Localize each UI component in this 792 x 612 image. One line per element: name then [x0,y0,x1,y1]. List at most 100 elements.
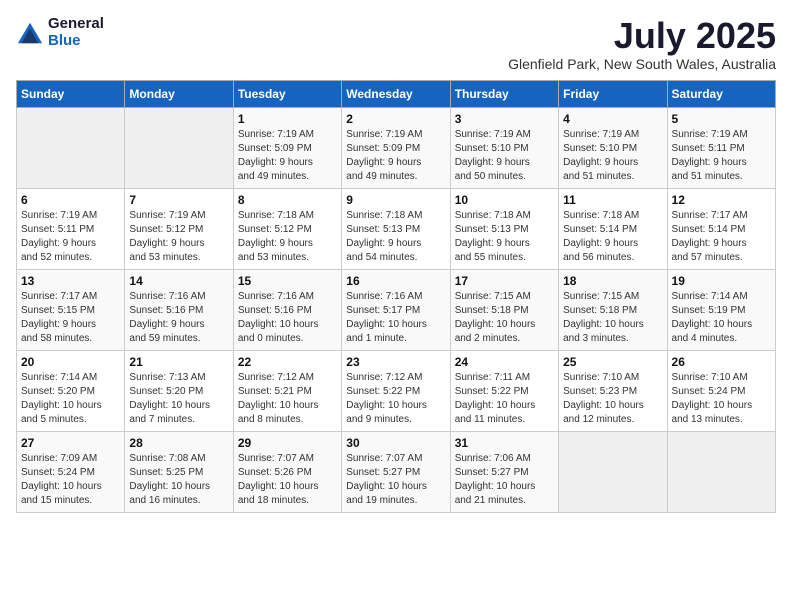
day-cell: 20 Sunrise: 7:14 AM Sunset: 5:20 PM Dayli… [17,350,125,431]
day-cell: 30Sunrise: 7:07 AM Sunset: 5:27 PM Dayli… [342,431,450,512]
main-title: July 2025 [508,16,776,56]
day-number: 23 [346,355,445,369]
day-cell: 27 Sunrise: 7:09 AM Sunset: 5:24 PM Dayli… [17,431,125,512]
day-cell: 3Sunrise: 7:19 AM Sunset: 5:10 PM Daylig… [450,107,558,188]
day-info: Sunrise: 7:19 AM Sunset: 5:11 PM Dayligh… [21,209,120,265]
day-info: Sunrise: 7:17 AM Sunset: 5:15 PM Dayligh… [21,290,120,346]
week-row-4: 20 Sunrise: 7:14 AM Sunset: 5:20 PM Dayli… [17,350,776,431]
day-info: Sunrise: 7:11 AM Sunset: 5:22 PM Dayligh… [455,371,554,427]
day-number: 11 [563,193,662,207]
col-tuesday: Tuesday [233,80,341,107]
day-cell: 5 Sunrise: 7:19 AM Sunset: 5:11 PM Daylig… [667,107,775,188]
day-cell: 19 Sunrise: 7:14 AM Sunset: 5:19 PM Dayli… [667,269,775,350]
day-cell: 22Sunrise: 7:12 AM Sunset: 5:21 PM Dayli… [233,350,341,431]
day-cell: 14 Sunrise: 7:16 AM Sunset: 5:16 PM Dayli… [125,269,233,350]
day-number: 4 [563,112,662,126]
day-info: Sunrise: 7:19 AM Sunset: 5:09 PM Dayligh… [346,128,445,184]
week-row-3: 13 Sunrise: 7:17 AM Sunset: 5:15 PM Dayli… [17,269,776,350]
day-cell: 31 Sunrise: 7:06 AM Sunset: 5:27 PM Dayli… [450,431,558,512]
logo: General Blue [16,16,104,49]
day-cell: 7Sunrise: 7:19 AM Sunset: 5:12 PM Daylig… [125,188,233,269]
day-info: Sunrise: 7:15 AM Sunset: 5:18 PM Dayligh… [563,290,662,346]
day-info: Sunrise: 7:16 AM Sunset: 5:16 PM Dayligh… [129,290,228,346]
day-info: Sunrise: 7:18 AM Sunset: 5:13 PM Dayligh… [346,209,445,265]
day-number: 27 [21,436,120,450]
day-cell: 6 Sunrise: 7:19 AM Sunset: 5:11 PM Daylig… [17,188,125,269]
day-cell: 12 Sunrise: 7:17 AM Sunset: 5:14 PM Dayli… [667,188,775,269]
day-number: 19 [672,274,771,288]
logo-icon [16,19,44,47]
day-info: Sunrise: 7:07 AM Sunset: 5:26 PM Dayligh… [238,452,337,508]
page-header: General Blue July 2025 Glenfield Park, N… [16,16,776,72]
week-row-5: 27 Sunrise: 7:09 AM Sunset: 5:24 PM Dayli… [17,431,776,512]
day-info: Sunrise: 7:19 AM Sunset: 5:12 PM Dayligh… [129,209,228,265]
day-cell: 9 Sunrise: 7:18 AM Sunset: 5:13 PM Daylig… [342,188,450,269]
day-info: Sunrise: 7:19 AM Sunset: 5:11 PM Dayligh… [672,128,771,184]
header-row: Sunday Monday Tuesday Wednesday Thursday… [17,80,776,107]
day-cell: 16Sunrise: 7:16 AM Sunset: 5:17 PM Dayli… [342,269,450,350]
day-cell [125,107,233,188]
day-info: Sunrise: 7:12 AM Sunset: 5:22 PM Dayligh… [346,371,445,427]
day-info: Sunrise: 7:09 AM Sunset: 5:24 PM Dayligh… [21,452,120,508]
day-number: 21 [129,355,228,369]
day-number: 30 [346,436,445,450]
logo-blue-text: Blue [48,33,104,50]
day-info: Sunrise: 7:18 AM Sunset: 5:13 PM Dayligh… [455,209,554,265]
day-cell: 11 Sunrise: 7:18 AM Sunset: 5:14 PM Dayli… [559,188,667,269]
day-number: 10 [455,193,554,207]
day-number: 6 [21,193,120,207]
day-number: 5 [672,112,771,126]
week-row-2: 6 Sunrise: 7:19 AM Sunset: 5:11 PM Daylig… [17,188,776,269]
day-info: Sunrise: 7:17 AM Sunset: 5:14 PM Dayligh… [672,209,771,265]
calendar-table: Sunday Monday Tuesday Wednesday Thursday… [16,80,776,513]
day-number: 20 [21,355,120,369]
day-number: 9 [346,193,445,207]
day-info: Sunrise: 7:10 AM Sunset: 5:23 PM Dayligh… [563,371,662,427]
day-number: 22 [238,355,337,369]
day-number: 16 [346,274,445,288]
day-number: 31 [455,436,554,450]
logo-general-text: General [48,16,104,33]
calendar-body: 1 Sunrise: 7:19 AM Sunset: 5:09 PM Daylig… [17,107,776,512]
day-number: 24 [455,355,554,369]
day-number: 26 [672,355,771,369]
day-info: Sunrise: 7:19 AM Sunset: 5:10 PM Dayligh… [455,128,554,184]
day-cell: 21 Sunrise: 7:13 AM Sunset: 5:20 PM Dayli… [125,350,233,431]
day-number: 2 [346,112,445,126]
day-number: 13 [21,274,120,288]
day-number: 17 [455,274,554,288]
day-number: 28 [129,436,228,450]
day-info: Sunrise: 7:08 AM Sunset: 5:25 PM Dayligh… [129,452,228,508]
day-cell: 25 Sunrise: 7:10 AM Sunset: 5:23 PM Dayli… [559,350,667,431]
day-cell: 2 Sunrise: 7:19 AM Sunset: 5:09 PM Daylig… [342,107,450,188]
day-number: 12 [672,193,771,207]
day-cell: 4Sunrise: 7:19 AM Sunset: 5:10 PM Daylig… [559,107,667,188]
day-number: 14 [129,274,228,288]
calendar-header: Sunday Monday Tuesday Wednesday Thursday… [17,80,776,107]
day-cell: 24 Sunrise: 7:11 AM Sunset: 5:22 PM Dayli… [450,350,558,431]
day-number: 29 [238,436,337,450]
day-info: Sunrise: 7:18 AM Sunset: 5:12 PM Dayligh… [238,209,337,265]
col-saturday: Saturday [667,80,775,107]
day-cell: 17Sunrise: 7:15 AM Sunset: 5:18 PM Dayli… [450,269,558,350]
day-number: 18 [563,274,662,288]
col-thursday: Thursday [450,80,558,107]
week-row-1: 1 Sunrise: 7:19 AM Sunset: 5:09 PM Daylig… [17,107,776,188]
day-cell [559,431,667,512]
subtitle: Glenfield Park, New South Wales, Austral… [508,56,776,72]
day-number: 1 [238,112,337,126]
day-cell: 29 Sunrise: 7:07 AM Sunset: 5:26 PM Dayli… [233,431,341,512]
day-info: Sunrise: 7:06 AM Sunset: 5:27 PM Dayligh… [455,452,554,508]
day-info: Sunrise: 7:13 AM Sunset: 5:20 PM Dayligh… [129,371,228,427]
day-cell: 26Sunrise: 7:10 AM Sunset: 5:24 PM Dayli… [667,350,775,431]
day-info: Sunrise: 7:18 AM Sunset: 5:14 PM Dayligh… [563,209,662,265]
day-number: 25 [563,355,662,369]
col-wednesday: Wednesday [342,80,450,107]
day-cell: 23 Sunrise: 7:12 AM Sunset: 5:22 PM Dayli… [342,350,450,431]
day-cell [17,107,125,188]
day-info: Sunrise: 7:14 AM Sunset: 5:19 PM Dayligh… [672,290,771,346]
col-friday: Friday [559,80,667,107]
day-info: Sunrise: 7:14 AM Sunset: 5:20 PM Dayligh… [21,371,120,427]
day-number: 8 [238,193,337,207]
col-monday: Monday [125,80,233,107]
